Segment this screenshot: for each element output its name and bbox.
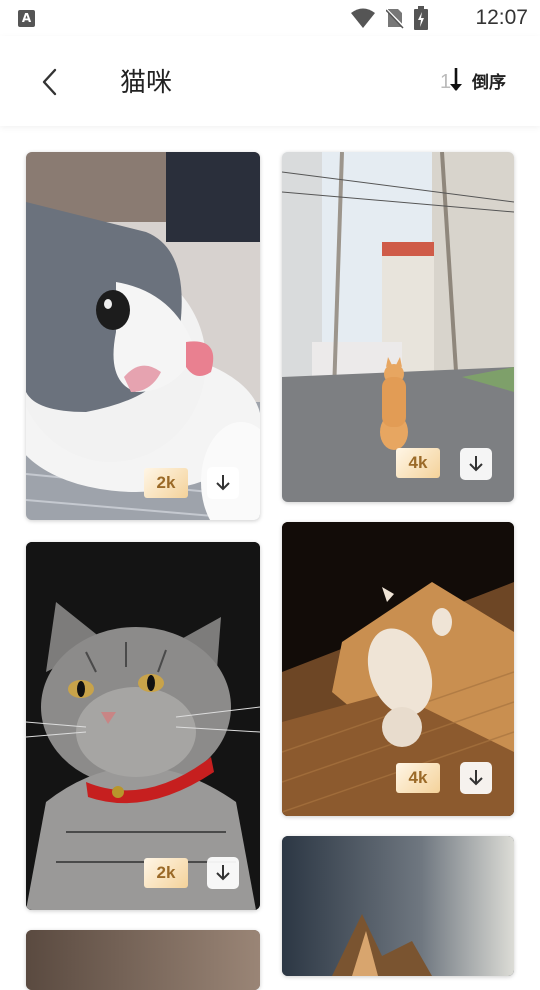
wallpaper-card[interactable] bbox=[26, 930, 260, 990]
svg-text:1: 1 bbox=[440, 71, 451, 93]
top-app-bar: 猫咪 1 倒序 bbox=[0, 36, 540, 126]
cat-photo bbox=[26, 152, 260, 520]
resolution-badge: 4k bbox=[396, 763, 440, 793]
chevron-left-icon bbox=[42, 68, 57, 96]
resolution-badge: 2k bbox=[144, 858, 188, 888]
download-button[interactable] bbox=[460, 448, 492, 480]
page-title: 猫咪 bbox=[120, 68, 173, 98]
download-button[interactable] bbox=[460, 762, 492, 794]
cat-ears-photo bbox=[282, 836, 514, 976]
wallpaper-card[interactable]: 2k bbox=[26, 542, 260, 910]
tabby-cat-photo bbox=[26, 542, 260, 910]
download-icon bbox=[469, 456, 483, 472]
download-button[interactable] bbox=[207, 857, 239, 889]
wallpaper-card[interactable]: 4k bbox=[282, 152, 514, 502]
battery-charging-icon bbox=[414, 6, 428, 30]
wallpaper-card[interactable] bbox=[282, 836, 514, 976]
back-button[interactable] bbox=[30, 62, 70, 102]
download-button[interactable] bbox=[207, 467, 239, 499]
wifi-icon bbox=[351, 8, 375, 28]
status-bar: A 12:07 bbox=[0, 0, 540, 36]
sort-icon: 1 bbox=[440, 68, 462, 93]
wallpaper-card[interactable]: 4k bbox=[282, 522, 514, 816]
no-sim-icon bbox=[386, 8, 404, 29]
sort-order-button[interactable]: 1 倒序 bbox=[440, 66, 506, 94]
resolution-badge: 2k bbox=[144, 468, 188, 498]
clock: 12:07 bbox=[475, 6, 528, 29]
resolution-badge: 4k bbox=[396, 448, 440, 478]
download-icon bbox=[469, 770, 483, 786]
status-icons bbox=[350, 6, 428, 30]
download-icon bbox=[216, 475, 230, 491]
wallpaper-card[interactable]: 2k bbox=[26, 152, 260, 520]
app-notification-icon: A bbox=[18, 10, 35, 27]
cat-photo bbox=[26, 930, 260, 990]
download-icon bbox=[216, 865, 230, 881]
sort-label: 倒序 bbox=[472, 72, 506, 93]
